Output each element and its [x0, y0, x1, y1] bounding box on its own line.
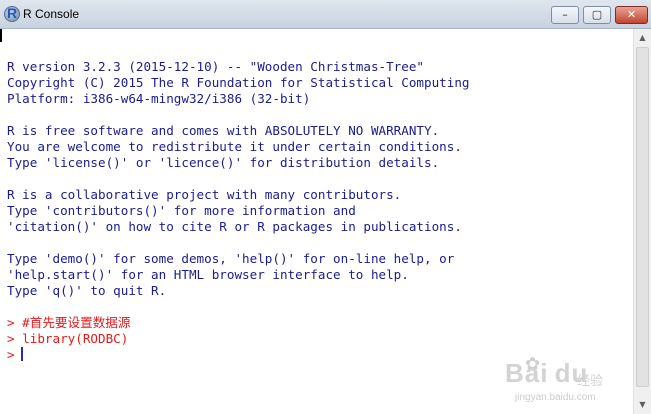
r-app-icon-letter: R [7, 5, 18, 21]
scroll-down-arrow-icon[interactable]: ▼ [634, 396, 651, 413]
console-line: 'citation()' on how to cite R or R packa… [7, 219, 462, 234]
scroll-up-arrow-icon[interactable]: ▲ [634, 29, 651, 46]
console-line: Copyright (C) 2015 The R Foundation for … [7, 75, 470, 90]
console-line: R version 3.2.3 (2015-12-10) -- "Wooden … [7, 59, 425, 74]
console-line: Platform: i386-w64-mingw32/i386 (32-bit) [7, 91, 311, 106]
minimize-button[interactable]: – [551, 6, 579, 24]
input-caret [20, 347, 23, 361]
command-line: > #首先要设置数据源 [7, 315, 131, 330]
console-line: Type 'contributors()' for more informati… [7, 203, 356, 218]
title-bar[interactable]: R R Console – ▢ ✕ [0, 0, 651, 29]
console-line: R is a collaborative project with many c… [7, 187, 402, 202]
prompt-symbol: > [7, 347, 15, 362]
scroll-thumb[interactable] [636, 47, 649, 387]
console-line: You are welcome to redistribute it under… [7, 139, 462, 154]
window-title: R Console [23, 7, 80, 21]
console-line: Type 'q()' to quit R. [7, 283, 167, 298]
r-console-window: R R Console – ▢ ✕ R version 3.2.3 (2015-… [0, 0, 651, 414]
maximize-button[interactable]: ▢ [583, 6, 611, 24]
console-line: 'help.start()' for an HTML browser inter… [7, 267, 409, 282]
text-cursor-mark [0, 29, 2, 42]
console-line: Type 'license()' or 'licence()' for dist… [7, 155, 440, 170]
close-button[interactable]: ✕ [615, 6, 648, 24]
r-app-icon[interactable]: R [4, 5, 20, 22]
vertical-scrollbar[interactable]: ▲ ▼ [633, 29, 651, 414]
console-line: R is free software and comes with ABSOLU… [7, 123, 440, 138]
console-line: Type 'demo()' for some demos, 'help()' f… [7, 251, 455, 266]
command-line: > library(RODBC) [7, 331, 129, 346]
input-prompt-line[interactable]: > [7, 347, 23, 363]
console-output-area[interactable]: R version 3.2.3 (2015-12-10) -- "Wooden … [0, 29, 633, 414]
